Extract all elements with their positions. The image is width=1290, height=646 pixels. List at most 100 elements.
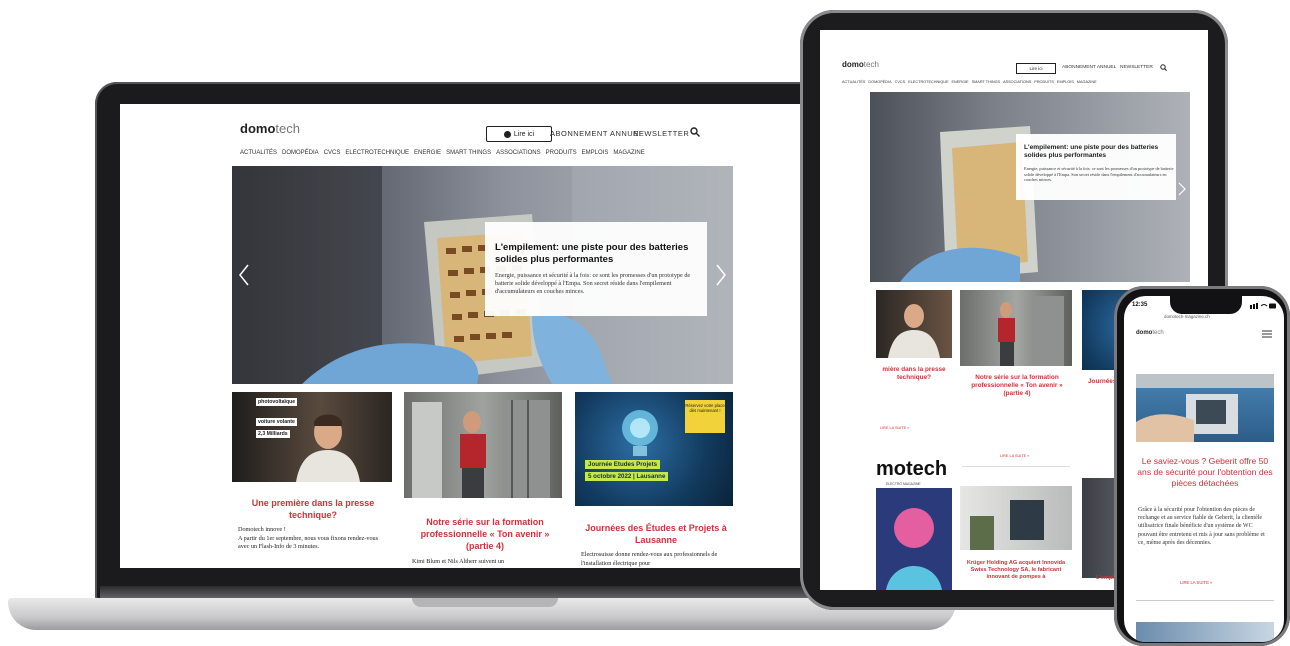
- card-overlay-tag: photovoltaïque: [256, 398, 298, 406]
- search-icon[interactable]: [690, 127, 700, 137]
- nav-item-domopedia[interactable]: DOMOPÉDIA: [868, 80, 891, 84]
- article-text: Grâce à la sécurité pour l'obtention des…: [1138, 507, 1265, 546]
- card-title[interactable]: Journées des Études et Projets à Lausann…: [581, 522, 731, 546]
- card-title[interactable]: Une première dans la presse technique?: [240, 497, 386, 521]
- card-person-image: [296, 414, 360, 482]
- article-title[interactable]: Le saviez-vous ? Geberit offre 50 ans de…: [1136, 456, 1274, 489]
- nav-item-domopedia[interactable]: DOMOPÉDIA: [282, 150, 319, 156]
- main-nav: ACTUALITÉS DOMOPÉDIA CVCS ELECTROTECHNIQ…: [842, 80, 1097, 84]
- newsletter-link[interactable]: NEWSLETTER: [1120, 65, 1153, 70]
- nav-item-magazine[interactable]: MAGAZINE: [613, 150, 644, 156]
- card-image: [960, 290, 1072, 366]
- menu-icon[interactable]: [1262, 330, 1272, 338]
- nav-item-smart-things[interactable]: SMART THINGS: [972, 80, 1000, 84]
- nav-item-magazine[interactable]: MAGAZINE: [1077, 80, 1097, 84]
- card-text: Domotech innove ! A partir du 1er septem…: [238, 526, 390, 552]
- nav-item-cvcs[interactable]: CVCS: [324, 150, 341, 156]
- card-title[interactable]: mière dans la presse technique?: [874, 366, 954, 382]
- card-title[interactable]: Notre série sur la formation professionn…: [970, 374, 1064, 398]
- nav-item-cvcs[interactable]: CVCS: [895, 80, 906, 84]
- magazine-subtitle: ELECTRO MAGAZINE: [886, 482, 921, 486]
- article-card[interactable]: Notre série sur la formation professionn…: [404, 392, 564, 568]
- phone-screen: 12:35 domotech-magazine.ch domotech Le s…: [1124, 296, 1284, 642]
- card-text-line: Domotech innove !: [238, 526, 286, 533]
- divider: [1136, 600, 1274, 601]
- abonnement-link[interactable]: ABONNEMENT ANNUEL: [550, 129, 643, 138]
- phone-notch: [1170, 296, 1242, 314]
- read-more-link[interactable]: LIRE LA SUITE »: [1180, 580, 1212, 585]
- card-note: Réservez votre place dès maintenant !: [685, 400, 725, 433]
- hero-text: Energie, puissance et sécurité à la fois…: [1024, 166, 1174, 182]
- nav-item-emplois[interactable]: EMPLOIS: [582, 150, 609, 156]
- site-logo[interactable]: domotech: [842, 60, 879, 69]
- main-nav: ACTUALITÉS DOMOPÉDIA CVCS ELECTROTECHNIQ…: [240, 150, 645, 156]
- magazine-cover-art: [876, 488, 952, 590]
- nav-item-smart-things[interactable]: SMART THINGS: [446, 150, 491, 156]
- nav-item-produits[interactable]: PRODUITS: [546, 150, 577, 156]
- card-image: [876, 290, 952, 358]
- hero-carousel[interactable]: L'empilement: une piste pour des batteri…: [232, 166, 733, 384]
- site-logo[interactable]: domotech: [1136, 330, 1164, 336]
- heat-pump-image: [970, 500, 1044, 550]
- nav-item-associations[interactable]: ASSOCIATIONS: [1003, 80, 1031, 84]
- read-more-link[interactable]: LIRE LA SUITE »: [880, 426, 909, 430]
- card-text-line: A partir du 1er septembre, nous vous fix…: [238, 534, 379, 551]
- nav-item-associations[interactable]: ASSOCIATIONS: [496, 150, 541, 156]
- read-more-link[interactable]: LIRE LA SUITE »: [1000, 454, 1029, 458]
- card-overlay-tag: voiture volante: [256, 418, 297, 426]
- divider: [962, 466, 1070, 467]
- card-person-image: [888, 304, 940, 358]
- nav-item-energie[interactable]: ENERGIE: [414, 150, 441, 156]
- carousel-prev-icon[interactable]: [238, 264, 250, 286]
- status-time: 12:35: [1132, 302, 1148, 308]
- wc-control-image: [1136, 374, 1274, 442]
- laptop-screen: domotech Lire ici ABONNEMENT ANNUEL NEWS…: [120, 104, 850, 568]
- nav-item-actualites[interactable]: ACTUALITÉS: [842, 80, 865, 84]
- status-icons: [1250, 303, 1276, 309]
- banner-line-1: Journée Etudes Projets: [585, 460, 661, 469]
- nav-item-actualites[interactable]: ACTUALITÉS: [240, 150, 277, 156]
- lire-ici-button[interactable]: Lire ici: [1016, 63, 1056, 74]
- lightbulb-icon: [622, 410, 658, 456]
- nav-item-electrotechnique[interactable]: ELECTROTECHNIQUE: [908, 80, 948, 84]
- hero-title[interactable]: L'empilement: une piste pour des batteri…: [1024, 144, 1172, 160]
- hero-title[interactable]: L'empilement: une piste pour des batteri…: [495, 242, 700, 266]
- card-image: Réservez votre place dès maintenant ! Jo…: [575, 392, 733, 506]
- card-person-image: [998, 296, 1064, 366]
- article-card[interactable]: photovoltaïque voiture volante 2,3 Milli…: [232, 392, 392, 568]
- card-text: Electrosuisse donne rendez-vous aux prof…: [581, 551, 718, 567]
- nav-item-energie[interactable]: ENERGIE: [952, 80, 969, 84]
- nav-item-electrotechnique[interactable]: ELECTROTECHNIQUE: [345, 150, 409, 156]
- address-bar[interactable]: domotech-magazine.ch: [1164, 314, 1210, 319]
- card-text: Kimi Blum et Nils Altherr suivent un: [412, 558, 505, 565]
- card-title[interactable]: Krüger Holding AG acquiert Innovida Swis…: [966, 560, 1066, 581]
- nav-item-emplois[interactable]: EMPLOIS: [1057, 80, 1074, 84]
- card-title[interactable]: Notre série sur la formation professionn…: [412, 516, 558, 552]
- search-icon[interactable]: [1160, 64, 1167, 71]
- laptop-opening-notch: [412, 598, 558, 607]
- carousel-next-icon[interactable]: [1178, 182, 1186, 196]
- magazine-cover[interactable]: motech ELECTRO MAGAZINE: [876, 460, 952, 590]
- card-overlay-tag: 2,3 Milliards: [256, 430, 290, 438]
- hero-carousel[interactable]: L'empilement: une piste pour des batteri…: [870, 92, 1190, 282]
- card-title[interactable]: Journées: [1088, 378, 1116, 385]
- magazine-logo: motech: [876, 460, 948, 480]
- hero-caption-box[interactable]: L'empilement: une piste pour des batteri…: [485, 222, 707, 316]
- lire-ici-label: Lire ici: [513, 130, 535, 138]
- lire-ici-button[interactable]: Lire ici: [486, 126, 552, 142]
- banner-line-2: 5 octobre 2022 | Lausanne: [585, 472, 669, 481]
- article-card[interactable]: Réservez votre place dès maintenant ! Jo…: [575, 392, 735, 568]
- card-image: photovoltaïque voiture volante 2,3 Milli…: [232, 392, 392, 482]
- article-image: [1136, 374, 1274, 442]
- site-logo[interactable]: domotech: [240, 121, 300, 136]
- lire-ici-icon: [503, 130, 511, 138]
- hero-caption-box[interactable]: L'empilement: une piste pour des batteri…: [1016, 134, 1176, 200]
- nav-item-produits[interactable]: PRODUITS: [1034, 80, 1054, 84]
- newsletter-link[interactable]: NEWSLETTER: [633, 129, 689, 138]
- carousel-next-icon[interactable]: [715, 264, 727, 286]
- abonnement-link[interactable]: ABONNEMENT ANNUEL: [1062, 65, 1116, 70]
- card-image: [960, 486, 1072, 550]
- next-article-image: [1136, 622, 1274, 642]
- hero-text: Energie, puissance et sécurité à la fois…: [495, 272, 691, 295]
- card-person-image: [412, 400, 550, 498]
